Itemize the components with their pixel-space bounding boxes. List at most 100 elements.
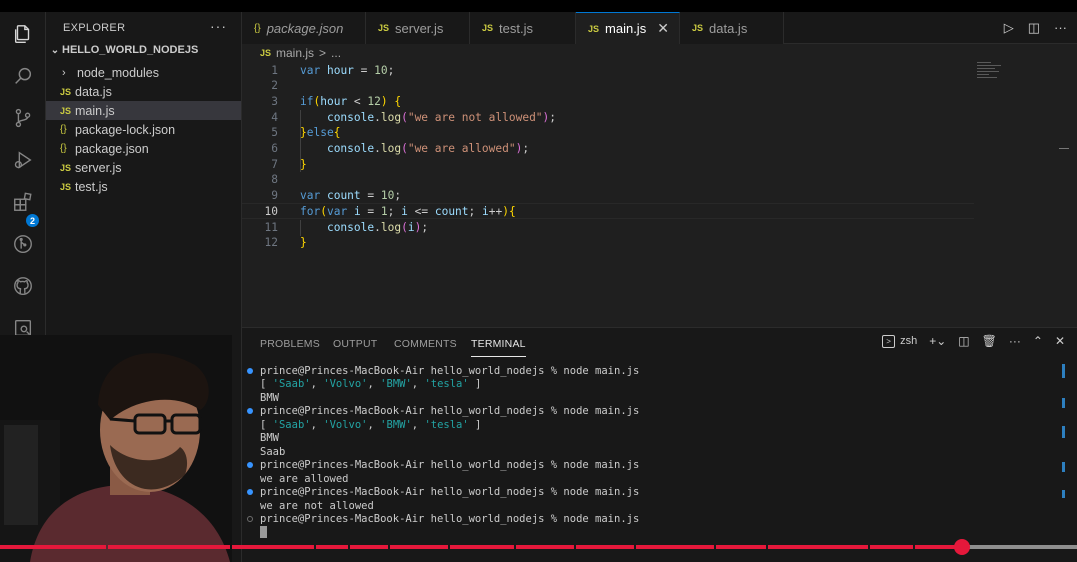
terminal-line-text: prince@Princes-MacBook-Air hello_world_n…	[260, 459, 640, 472]
tree-item-package-lock-json[interactable]: {} package-lock.json	[46, 120, 241, 139]
tree-item-label: node_modules	[77, 65, 160, 80]
breadcrumb: JS main.js > ...	[242, 44, 1077, 62]
tab-output[interactable]: OUTPUT	[333, 338, 377, 350]
split-terminal-icon[interactable]: ◫	[958, 334, 969, 348]
tree-item-test-js[interactable]: JS test.js	[46, 177, 241, 196]
code-text: var hour = 10;	[300, 63, 395, 77]
git-graph-icon[interactable]	[11, 232, 35, 256]
explorer-title: EXPLORER	[63, 22, 126, 34]
chevron-right-icon: ›	[62, 66, 66, 79]
github-icon[interactable]	[11, 274, 35, 298]
line-number: 7	[271, 157, 278, 171]
command-decoration-icon[interactable]	[247, 462, 260, 469]
editor-actions: ▷ ◫ ···	[1004, 20, 1067, 36]
extensions-icon[interactable]	[11, 190, 35, 214]
terminal-line: we are allowed	[247, 472, 1057, 486]
run-icon[interactable]: ▷	[1004, 20, 1014, 36]
close-icon[interactable]: ✕	[657, 20, 669, 37]
progress-played-segment	[576, 545, 634, 549]
terminal-line-text: we are not allowed	[260, 499, 374, 512]
js-file-icon: JS	[60, 105, 72, 116]
terminal-line-text: [ 'Saab', 'Volvo', 'BMW', 'tesla' ]	[260, 418, 482, 431]
js-file-icon: JS	[588, 23, 600, 34]
terminal-scrollbar[interactable]	[1062, 364, 1065, 498]
progress-played-segment	[350, 545, 388, 549]
command-decoration-icon[interactable]	[247, 408, 260, 415]
code-text: console.log(i);	[326, 220, 429, 234]
breadcrumb-file[interactable]: main.js	[276, 46, 314, 60]
tree-item-node-modules[interactable]: › node_modules	[46, 63, 241, 82]
tab-label: package.json	[266, 20, 344, 36]
progress-played-segment	[768, 545, 868, 549]
tree-item-main-js[interactable]: JS main.js	[46, 101, 241, 120]
progress-played-segment	[232, 545, 314, 549]
terminal-line-text: prince@Princes-MacBook-Air hello_world_n…	[260, 364, 640, 377]
terminal-line: prince@Princes-MacBook-Air hello_world_n…	[247, 486, 1057, 500]
progress-played-segment	[0, 545, 106, 549]
code-line: 9 var count = 10;	[242, 188, 974, 204]
run-debug-icon[interactable]	[11, 148, 35, 172]
tree-item-package-json[interactable]: {} package.json	[46, 139, 241, 158]
split-editor-icon[interactable]: ◫	[1028, 20, 1040, 36]
top-strip	[0, 0, 1077, 12]
close-panel-icon[interactable]: ✕	[1055, 334, 1065, 348]
tab-server-js[interactable]: JS server.js	[366, 12, 470, 44]
files-icon[interactable]	[11, 22, 35, 46]
terminal-line: BMW	[247, 391, 1057, 405]
maximize-panel-icon[interactable]: ⌃	[1033, 334, 1043, 348]
tab-main-js[interactable]: JS main.js ✕	[576, 12, 680, 44]
source-control-icon[interactable]	[11, 106, 35, 130]
command-decoration-icon[interactable]	[247, 367, 260, 374]
js-file-icon: JS	[378, 23, 390, 33]
trash-icon[interactable]: 🗑	[982, 334, 997, 348]
line-number: 10	[264, 204, 278, 218]
more-actions-icon[interactable]: ···	[1009, 334, 1021, 348]
explorer-more-icon[interactable]: ···	[210, 18, 227, 34]
code-line: 1 var hour = 10;	[242, 62, 974, 78]
progress-scrubber[interactable]	[954, 539, 970, 555]
progress-played-segment	[390, 545, 448, 549]
js-file-icon: JS	[692, 23, 704, 33]
tree-item-label: main.js	[75, 103, 115, 118]
tree-item-label: server.js	[75, 160, 122, 175]
code-text: if(hour < 12) {	[300, 94, 402, 108]
tab-data-js[interactable]: JS data.js	[680, 12, 784, 44]
tab-comments[interactable]: COMMENTS	[394, 338, 457, 350]
more-actions-icon[interactable]: ···	[1054, 20, 1067, 36]
minimap[interactable]	[977, 62, 1017, 92]
terminal-line-text: prince@Princes-MacBook-Air hello_world_n…	[260, 486, 640, 499]
tab-label: main.js	[605, 21, 647, 36]
terminal-shell-selector[interactable]: > zsh	[882, 334, 917, 348]
new-terminal-icon[interactable]: +⌄	[929, 334, 946, 348]
terminal-line: prince@Princes-MacBook-Air hello_world_n…	[247, 513, 1057, 527]
js-file-icon: JS	[60, 162, 72, 173]
tree-item-server-js[interactable]: JS server.js	[46, 158, 241, 177]
search-icon[interactable]	[11, 64, 35, 88]
video-progress-bar[interactable]	[0, 539, 1077, 555]
line-number: 1	[271, 63, 278, 77]
tab-terminal[interactable]: TERMINAL	[471, 338, 526, 357]
tab-test-js[interactable]: JS test.js	[470, 12, 576, 44]
progress-remaining	[962, 545, 1077, 549]
terminal-line-text: prince@Princes-MacBook-Air hello_world_n…	[260, 405, 640, 418]
code-editor[interactable]: 1 var hour = 10; 2 3 if(hour < 12) { 4 c…	[242, 62, 1077, 327]
progress-played-segment	[108, 545, 230, 549]
line-number: 2	[271, 79, 278, 93]
json-file-icon: {}	[60, 143, 67, 154]
progress-played-segment	[450, 545, 514, 549]
tree-item-label: data.js	[75, 84, 112, 99]
breadcrumb-more[interactable]: ...	[331, 46, 341, 60]
workspace-folder[interactable]: ⌄ HELLO_WORLD_NODEJS	[48, 44, 199, 56]
terminal-output[interactable]: prince@Princes-MacBook-Air hello_world_n…	[247, 364, 1057, 538]
line-number: 11	[264, 220, 278, 234]
js-file-icon: JS	[60, 181, 72, 192]
editor-tab-bar: {} package.json JS server.js JS test.js …	[242, 12, 1077, 44]
tree-item-data-js[interactable]: JS data.js	[46, 82, 241, 101]
code-line: 6 console.log("we are allowed");	[242, 141, 974, 157]
line-number: 9	[271, 189, 278, 203]
tab-package-json[interactable]: {} package.json	[242, 12, 366, 44]
command-decoration-icon[interactable]	[247, 489, 260, 496]
tab-problems[interactable]: PROBLEMS	[260, 338, 320, 350]
command-decoration-icon[interactable]	[247, 516, 260, 523]
bottom-panel: PROBLEMS OUTPUT COMMENTS TERMINAL > zsh …	[242, 327, 1077, 562]
